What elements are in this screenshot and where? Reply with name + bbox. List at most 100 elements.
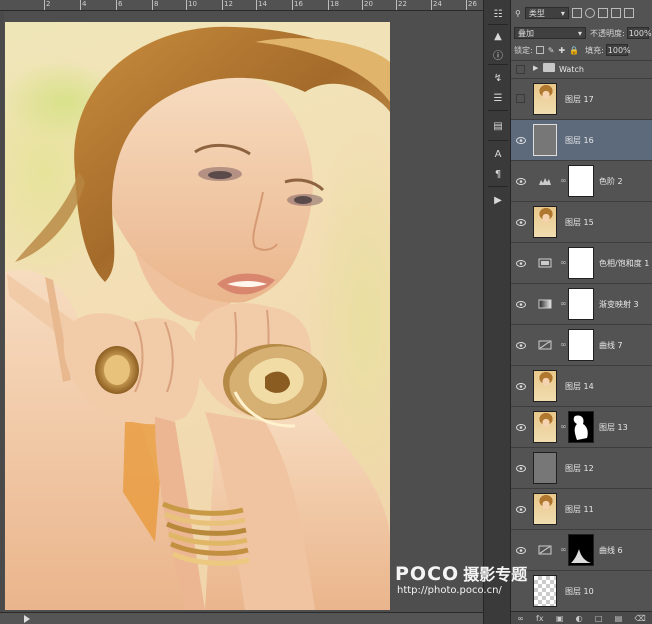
eye-icon[interactable] [515,503,527,515]
mask-shape [571,549,591,563]
eye-icon[interactable] [515,339,527,351]
ruler-tick: 16 [294,0,303,8]
photoshop-window: 2 4 6 8 10 12 14 16 18 20 22 24 26 ☷ ▲ ⓘ… [0,0,652,624]
layer-mask[interactable] [568,247,594,279]
history-icon[interactable]: ☷ [489,6,507,22]
layer-row[interactable]: ▶ Watch [511,60,652,78]
layer-name: 图层 17 [565,95,594,104]
layer-row[interactable]: ∞ 曲线 7 [511,324,652,365]
link-icon: ∞ [560,299,567,308]
brush-preset-icon[interactable]: ▲ [489,28,507,44]
clone-source-icon[interactable]: ↯ [489,70,507,86]
layer-style-icon[interactable]: fx [536,614,544,623]
layer-name: 图层 15 [565,218,594,227]
filter-kind-select[interactable]: 类型 ▾ [524,7,569,19]
layer-row[interactable]: 图层 11 [511,488,652,529]
eye-icon[interactable] [515,257,527,269]
layer-mask[interactable] [568,165,594,197]
new-group-icon[interactable]: □ [595,614,603,623]
layer-row[interactable]: 图层 16 [511,119,652,160]
play-icon[interactable] [24,615,30,623]
visibility-toggle[interactable] [516,65,525,74]
layer-row[interactable]: 图层 10 [511,570,652,611]
new-adjustment-icon[interactable]: ◐ [576,614,583,623]
link-icon: ∞ [560,258,567,267]
layer-name: 色相/饱和度 1 [599,259,650,268]
watermark: POCO 摄影专题 http://photo.poco.cn/ [395,561,527,596]
horizontal-ruler: 2 4 6 8 10 12 14 16 18 20 22 24 26 [0,0,483,11]
curves-icon [538,340,552,350]
link-layers-icon[interactable]: ∞ [517,614,524,623]
eye-icon[interactable] [515,175,527,187]
tool-presets-icon[interactable]: ☰ [489,90,507,106]
opacity-input[interactable]: 100% [626,27,652,39]
fill-input[interactable]: 100% [605,44,631,56]
layer-row[interactable]: ∞ 色阶 2 [511,160,652,201]
filter-smart-object-icon[interactable] [623,8,634,18]
lock-move-icon[interactable]: ✚ [558,46,565,55]
folder-icon [543,63,555,72]
layer-row[interactable]: ∞ 渐变映射 3 [511,283,652,324]
eye-icon[interactable] [515,216,527,228]
lock-all-icon[interactable]: 🔒 [569,46,579,55]
layer-row[interactable]: ∞ 图层 13 [511,406,652,447]
eye-icon[interactable] [515,421,527,433]
filter-shape-icon[interactable] [610,8,621,18]
layer-name: 图层 11 [565,505,594,514]
document-canvas[interactable] [4,11,483,612]
ruler-tick: 22 [398,0,407,8]
character-icon[interactable]: A [489,146,507,162]
layer-row[interactable]: 图层 15 [511,201,652,242]
info-icon[interactable]: ⓘ [489,46,507,62]
layers-list: ▶ Watch 图层 17 图层 16 ∞ 色阶 2 图层 15 ∞ 色相/饱和… [511,60,652,611]
layer-row[interactable]: 图层 17 [511,78,652,119]
eye-icon[interactable] [515,380,527,392]
properties-icon[interactable]: ▤ [489,118,507,134]
new-layer-icon[interactable]: ▤ [615,614,623,623]
layer-name: 图层 13 [599,423,628,432]
eye-icon[interactable] [515,462,527,474]
eye-icon[interactable] [515,298,527,310]
visibility-toggle[interactable] [516,94,525,103]
filter-pixel-icon[interactable] [571,8,582,18]
layer-name: Watch [559,65,584,74]
blend-mode-select[interactable]: 叠加 ▾ [514,27,586,39]
lock-paint-icon[interactable]: ✎ [548,46,555,55]
ruler-tick: 4 [82,0,87,8]
trash-icon[interactable]: ⌫ [635,614,646,623]
layer-row[interactable]: ∞ 曲线 6 [511,529,652,570]
blend-row: 叠加 ▾ 不透明度: 100% [511,26,652,40]
link-icon: ∞ [560,545,567,554]
filter-adjustment-icon[interactable] [584,8,595,18]
layer-thumbnail [533,452,557,484]
layer-mask[interactable] [568,534,594,566]
ruler-tick: 24 [433,0,442,8]
add-mask-icon[interactable]: ▣ [556,614,564,623]
filter-type-icon[interactable] [597,8,608,18]
expand-arrow-icon[interactable]: ▶ [533,64,538,72]
lock-transparent-icon[interactable] [535,46,544,54]
layer-row[interactable]: 图层 12 [511,447,652,488]
layer-thumbnail [533,575,557,607]
chevron-down-icon: ▾ [560,8,565,18]
layer-thumbnail [533,493,557,525]
search-icon: ⚲ [515,8,521,18]
status-bar [0,612,483,624]
layer-row[interactable]: 图层 14 [511,365,652,406]
link-icon: ∞ [560,422,567,431]
ruler-tick: 6 [118,0,123,8]
portrait-image [5,26,390,610]
layer-mask[interactable] [568,329,594,361]
actions-play-icon[interactable]: ▶ [489,192,507,208]
paragraph-icon[interactable]: ¶ [489,166,507,182]
link-icon: ∞ [560,176,567,185]
layer-thumbnail [533,411,557,443]
portrait-photo[interactable] [5,22,390,610]
panel-dock-strip: ☷ ▲ ⓘ ↯ ☰ ▤ A ¶ ▶ [483,0,511,624]
eye-icon[interactable] [515,134,527,146]
eye-icon[interactable] [515,544,527,556]
filter-kind-label: 类型 [528,8,545,18]
layer-mask[interactable] [568,411,594,443]
layer-row[interactable]: ∞ 色相/饱和度 1 [511,242,652,283]
layer-mask[interactable] [568,288,594,320]
